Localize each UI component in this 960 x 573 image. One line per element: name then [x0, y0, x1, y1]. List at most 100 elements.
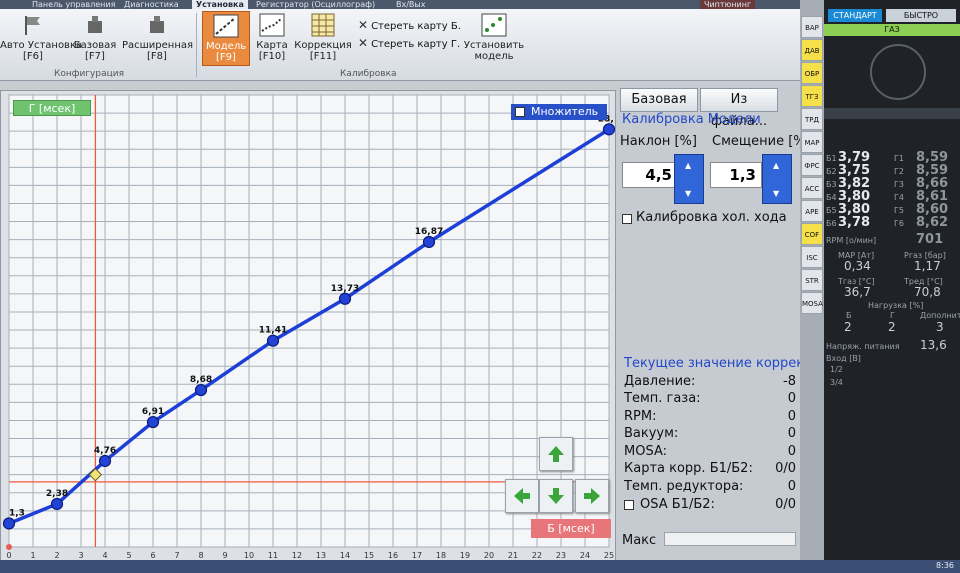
mosa-row: MOSA: 0	[624, 444, 796, 459]
caret-up-icon[interactable]: ▲	[685, 161, 691, 170]
caret-up-icon[interactable]: ▲	[773, 161, 779, 170]
x-tick-label: 1	[30, 551, 35, 560]
gas-level-gauge	[870, 44, 926, 100]
rpm-label: RPM [о/мин]	[826, 236, 877, 245]
vertical-nav: ВАР ДАВ ОБР ТГЗ ТРД MAP ФРС ACC APE COF …	[800, 0, 824, 573]
basic-button[interactable]: Базовая [F7]	[70, 13, 120, 62]
lambda-label: Вход [В]	[826, 354, 861, 363]
inj-g2-label: Г2	[894, 167, 904, 176]
move-down-button[interactable]	[539, 479, 573, 513]
move-right-button[interactable]	[575, 479, 609, 513]
tab-bar: Панель управления Диагностика Установка …	[0, 0, 800, 9]
tab-chiptuning[interactable]: Чиптюнинг	[700, 0, 756, 9]
mode-standard-button[interactable]: СТАНДАРТ	[828, 9, 882, 22]
model-label: Модель	[206, 41, 247, 52]
extended-button[interactable]: Расширенная [F8]	[122, 13, 193, 62]
nav-item-mosa[interactable]: MOSA	[801, 292, 823, 314]
inj-g5-label: Г5	[894, 206, 904, 215]
map-key: [F10]	[258, 51, 286, 62]
x-tick-label: 17	[412, 551, 422, 560]
offset-value[interactable]: 1,3	[710, 162, 762, 188]
map-grid-icon	[259, 13, 285, 37]
engine-icon	[88, 16, 102, 33]
multiplier-toggle[interactable]: Множитель	[511, 104, 607, 120]
nav-item-isc[interactable]: ISC	[801, 246, 823, 268]
nav-item-frs[interactable]: ФРС	[801, 154, 823, 176]
vacuum-row: Вакуум: 0	[624, 426, 796, 441]
caret-down-icon[interactable]: ▼	[685, 189, 691, 198]
osa-checkbox[interactable]	[624, 500, 634, 510]
x-tick-label: 19	[460, 551, 470, 560]
nav-item-str[interactable]: STR	[801, 269, 823, 291]
injector-strip	[824, 108, 960, 119]
x-tick-label: 16	[388, 551, 398, 560]
correction-button[interactable]: Коррекция [F11]	[294, 13, 352, 62]
app-window: Панель управления Диагностика Установка …	[0, 0, 960, 573]
basic-label: Базовая	[73, 40, 117, 51]
set-model-button[interactable]: Установить модель	[462, 13, 526, 62]
model-button[interactable]: Модель [F9]	[202, 11, 250, 66]
erase-map-b-button[interactable]: ✕ Стереть карту Б.	[358, 18, 461, 32]
caret-down-icon[interactable]: ▼	[773, 189, 779, 198]
map-button[interactable]: Карта [F10]	[254, 13, 290, 62]
x-tick-label: 20	[484, 551, 494, 560]
inj-g6-value: 8,62	[916, 215, 949, 230]
base-button[interactable]: Базовая	[620, 88, 698, 112]
tab-control-panel[interactable]: Панель управления	[28, 0, 119, 9]
tab-recorder[interactable]: Регистратор (Осциллограф)	[252, 0, 379, 9]
set-model-label: Установить	[463, 40, 525, 51]
mode-fast-button[interactable]: БЫСТРО	[886, 9, 956, 22]
data-point-label: 2,38	[46, 489, 68, 499]
x-tick-label: 18	[436, 551, 446, 560]
inj-b6-label: Б6	[826, 219, 837, 228]
max-slider[interactable]	[664, 532, 796, 546]
tab-diagnostics[interactable]: Диагностика	[120, 0, 183, 9]
offset-spinner[interactable]: ▲ ▼	[762, 154, 792, 204]
lambda-row-1: 1/2	[830, 365, 843, 374]
nav-item-map[interactable]: MAP	[801, 131, 823, 153]
x-tick-label: 14	[340, 551, 350, 560]
move-up-button[interactable]	[539, 437, 573, 471]
nav-item-tgz[interactable]: ТГЗ	[801, 85, 823, 107]
nav-item-var[interactable]: ВАР	[801, 16, 823, 38]
nav-item-cof[interactable]: COF	[801, 223, 823, 245]
set-model-key: модель	[474, 51, 514, 62]
x-tick-label: 23	[556, 551, 566, 560]
close-icon: ✕	[358, 18, 369, 32]
from-file-button[interactable]: Из файла...	[700, 88, 778, 129]
x-tick-label: 6	[150, 551, 155, 560]
arrow-left-icon	[514, 488, 530, 504]
col-b-label: Б	[846, 311, 852, 320]
erase-map-g-button[interactable]: ✕ Стереть карту Г.	[358, 36, 460, 50]
col-b-value: 2	[844, 320, 852, 334]
slope-value[interactable]: 4,5	[622, 162, 678, 188]
x-tick-label: 7	[174, 551, 179, 560]
x-tick-label: 13	[316, 551, 326, 560]
nav-item-acc[interactable]: ACC	[801, 177, 823, 199]
slope-label: Наклон [%]	[620, 134, 697, 149]
ribbon-toolbar: Авто Установка [F6] Базовая [F7] Расшире…	[0, 9, 800, 81]
tab-io[interactable]: Вх/Вых	[392, 0, 429, 9]
multiplier-checkbox[interactable]	[515, 107, 525, 117]
nav-item-trd[interactable]: ТРД	[801, 108, 823, 130]
voltage-label: Напряж. питания	[826, 342, 900, 351]
slope-spinner[interactable]: ▲ ▼	[674, 154, 704, 204]
idle-calibration-checkbox[interactable]	[622, 214, 632, 224]
inj-g3-label: Г3	[894, 180, 904, 189]
auto-setup-button[interactable]: Авто Установка [F6]	[0, 13, 82, 62]
pressure-row: Давление: -8	[624, 374, 796, 389]
map-correction-row: Карта корр. Б1/Б2: 0/0	[624, 461, 796, 476]
nav-item-dav[interactable]: ДАВ	[801, 39, 823, 61]
tab-setup[interactable]: Установка	[192, 0, 248, 9]
nav-item-ape[interactable]: APE	[801, 200, 823, 222]
nav-item-obr[interactable]: ОБР	[801, 62, 823, 84]
scatter-icon	[481, 13, 507, 37]
taskbar: 8:36	[0, 560, 960, 573]
calibration-chart-panel: 0 1 2 3 4 5 6 7 8 9 10 11 12 13 14 15 16 17 18 19 20 21 22 23 24…	[0, 90, 616, 573]
erase-map-g-label: Стереть карту Г.	[371, 39, 461, 50]
inj-g4-label: Г4	[894, 193, 904, 202]
move-left-button[interactable]	[505, 479, 539, 513]
taskbar-clock: 8:36	[936, 561, 954, 570]
x-tick-label: 9	[222, 551, 227, 560]
gas-mode-indicator: ГАЗ	[824, 24, 960, 36]
